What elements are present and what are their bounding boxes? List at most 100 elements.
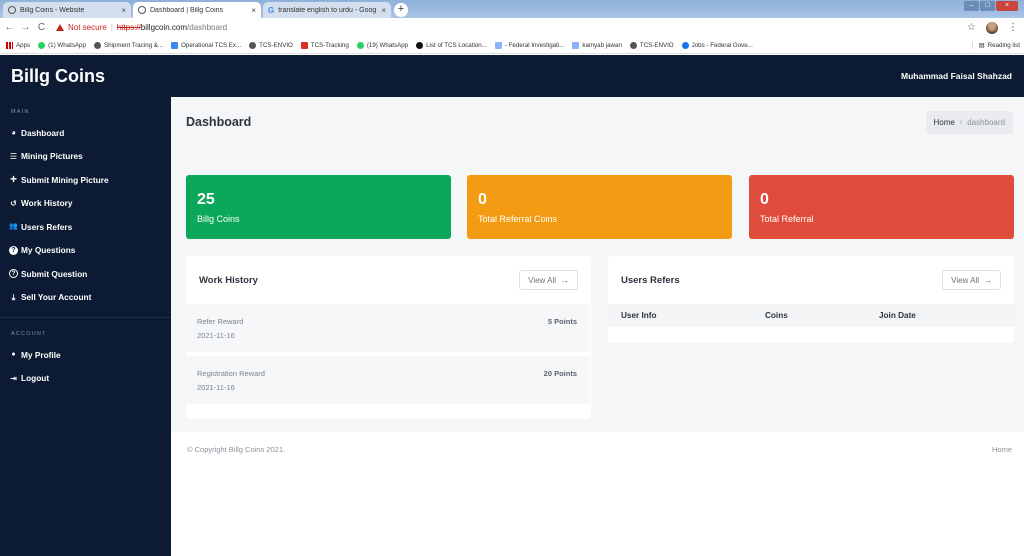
sidebar-item-submit-mining-picture[interactable]: + Submit Mining Picture xyxy=(0,168,171,192)
close-icon[interactable]: × xyxy=(381,6,386,15)
list-item: Registration Reward 2021-11-16 20 Points xyxy=(186,356,590,404)
bookmark-item[interactable]: Operational TCS Ex... xyxy=(171,41,241,49)
bookmark-item[interactable]: List of TCS Location... xyxy=(416,41,487,49)
sidebar: Billg Coins MAIN ◕ Dashboard ☰ Mining Pi… xyxy=(0,55,171,556)
stat-label: Billg Coins xyxy=(197,214,240,224)
browser-tab-active[interactable]: Dashboard | Billg Coins × xyxy=(133,2,261,18)
reload-button[interactable]: C xyxy=(35,22,48,33)
list-item: Refer Reward 2021-11-16 5 Points xyxy=(186,304,590,352)
user-name-menu[interactable]: Muhammad Faisal Shahzad xyxy=(901,71,1012,81)
user-icon: ● xyxy=(11,351,16,359)
url-scheme: https:// xyxy=(116,23,141,32)
breadcrumb-home-link[interactable]: Home xyxy=(934,118,955,127)
browser-tab[interactable]: G translate english to urdu - Goog × xyxy=(263,2,391,18)
work-date: 2021-11-16 xyxy=(197,331,235,340)
bookmark-item[interactable]: TCS-ENVIO xyxy=(249,41,293,49)
bookmarks-bar: Apps (1) WhatsApp Shipment Tracing &... … xyxy=(0,37,1024,54)
stat-value: 0 xyxy=(478,191,487,208)
minimize-button[interactable]: – xyxy=(964,1,979,11)
button-label: View All xyxy=(951,275,979,285)
stat-card-total-referral: 0 Total Referral xyxy=(749,175,1014,239)
sidebar-item-my-profile[interactable]: ● My Profile xyxy=(0,343,171,367)
maximize-button[interactable]: □ xyxy=(980,1,995,11)
close-icon[interactable]: × xyxy=(121,6,126,15)
close-icon[interactable]: × xyxy=(251,6,256,15)
view-all-button[interactable]: View All → xyxy=(942,270,1001,290)
sidebar-item-logout[interactable]: ⇥ Logout xyxy=(0,367,171,391)
work-date: 2021-11-16 xyxy=(197,383,235,392)
sidebar-item-my-questions[interactable]: ? My Questions xyxy=(0,239,171,263)
breadcrumb-current: dashboard xyxy=(967,118,1005,127)
sidebar-item-label: Submit Mining Picture xyxy=(21,174,109,185)
card-header: Work History View All → xyxy=(186,256,591,304)
whatsapp-icon xyxy=(356,41,364,49)
profile-avatar-icon[interactable] xyxy=(986,21,998,34)
bookmark-label: TCS-ENVIO xyxy=(259,41,293,49)
bookmark-item[interactable]: (1) WhatsApp xyxy=(38,41,86,49)
sidebar-item-users-refers[interactable]: 👥 Users Refers xyxy=(0,215,171,239)
card-header: Users Refers View All → xyxy=(608,256,1014,304)
bookmark-item[interactable]: Apps xyxy=(6,41,31,49)
tab-title: Billg Coins - Website xyxy=(20,6,85,14)
bookmark-item[interactable]: TCS-ENVIO xyxy=(629,41,674,49)
reading-list-icon: ▤ xyxy=(978,41,985,49)
menu-kebab-icon[interactable]: ⋮ xyxy=(1008,22,1018,33)
bookmark-label: kamyab jawan xyxy=(582,41,622,49)
sidebar-item-sell-your-account[interactable]: ⤓ Sell Your Account xyxy=(0,286,171,310)
security-label[interactable]: Not secure xyxy=(68,23,107,32)
google-icon: G xyxy=(268,5,275,15)
url-host: billgcoin.com xyxy=(140,23,188,32)
question-icon: ? xyxy=(9,245,18,255)
sidebar-section-account: ACCOUNT xyxy=(11,331,47,337)
sidebar-item-mining-pictures[interactable]: ☰ Mining Pictures xyxy=(0,145,171,169)
window-close-button[interactable]: × xyxy=(996,1,1018,11)
sidebar-item-label: Logout xyxy=(21,373,50,384)
bookmark-item[interactable]: kamyab jawan xyxy=(572,41,622,49)
browser-tab[interactable]: Billg Coins - Website × xyxy=(3,2,131,18)
bookmark-item[interactable]: Shipment Tracing &... xyxy=(93,41,163,49)
apps-icon xyxy=(6,41,13,49)
brand-logo[interactable]: Billg Coins xyxy=(0,55,171,97)
stat-value: 0 xyxy=(760,191,769,208)
card-title: Users Refers xyxy=(621,274,680,286)
new-tab-button[interactable]: + xyxy=(394,3,408,17)
tab-title: Dashboard | Billg Coins xyxy=(150,6,224,14)
footer-home-link[interactable]: Home xyxy=(992,445,1012,454)
breadcrumb: Home › dashboard xyxy=(925,111,1013,134)
url-path: /dashboard xyxy=(187,23,228,32)
view-all-button[interactable]: View All → xyxy=(519,270,578,290)
tab-title: translate english to urdu - Goog xyxy=(278,6,377,14)
main-content: Dashboard Home › dashboard 25 Billg Coin… xyxy=(171,97,1024,432)
arrow-right-icon: → xyxy=(561,275,569,285)
bookmark-label: - Federal Investigati... xyxy=(504,41,565,49)
work-points: 5 Points xyxy=(547,317,577,326)
reading-list-button[interactable]: ▤ Reading list xyxy=(971,41,1020,49)
back-button[interactable]: ← xyxy=(3,22,16,33)
sidebar-item-submit-question[interactable]: ? Submit Question xyxy=(0,262,171,286)
sidebar-item-work-history[interactable]: ↺ Work History xyxy=(0,192,171,216)
logout-icon: ⇥ xyxy=(10,373,17,383)
bookmark-item[interactable]: (19) WhatsApp xyxy=(356,41,408,49)
sidebar-item-dashboard[interactable]: ◕ Dashboard xyxy=(0,121,171,145)
forward-button[interactable]: → xyxy=(19,22,32,33)
bookmark-item[interactable]: TCS-Tracking xyxy=(300,41,349,49)
page-title: Dashboard xyxy=(186,115,252,129)
image-icon xyxy=(572,41,580,49)
image-icon xyxy=(494,41,502,49)
bookmark-item[interactable]: Jobs - Federal Gove... xyxy=(681,41,753,49)
sidebar-item-label: Mining Pictures xyxy=(21,151,83,162)
star-icon[interactable]: ☆ xyxy=(967,22,976,33)
circle-icon xyxy=(681,41,689,49)
copyright-text: © Copyright Billg Coins 2021. xyxy=(187,444,286,454)
tag-icon xyxy=(300,41,308,49)
bookmark-item[interactable]: - Federal Investigati... xyxy=(494,41,565,49)
warning-icon xyxy=(56,24,64,31)
bookmark-label: Jobs - Federal Gove... xyxy=(691,41,753,49)
button-label: View All xyxy=(528,275,556,285)
stat-value: 25 xyxy=(197,191,215,208)
bookmark-label: Apps xyxy=(16,41,31,49)
url-field[interactable]: Not secure | https://billgcoin.com/dashb… xyxy=(56,23,967,32)
stat-label: Total Referral Coins xyxy=(478,214,558,224)
sidebar-item-label: My Questions xyxy=(21,245,76,256)
sidebar-divider xyxy=(0,317,171,318)
